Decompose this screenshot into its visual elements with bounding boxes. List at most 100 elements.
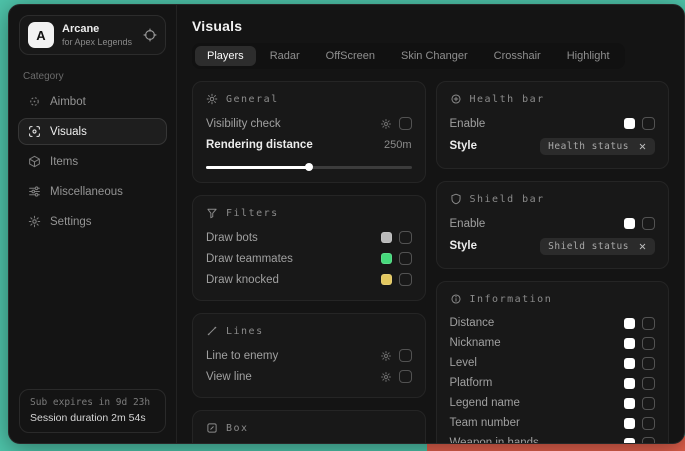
selected-style: Health status [548, 141, 629, 152]
health-enable-row: Enable [450, 113, 656, 134]
nickname-row: Nickname [450, 333, 656, 353]
slider-thumb[interactable] [305, 163, 313, 171]
draw-knocked-row: Draw knocked [206, 269, 412, 290]
level-row: Level [450, 353, 656, 373]
team-number-checkbox[interactable] [642, 417, 655, 430]
tab-players[interactable]: Players [195, 46, 256, 66]
app-header-card: A Arcane for Apex Legends [19, 15, 166, 55]
visibility-check-checkbox[interactable] [399, 117, 412, 130]
draw-bots-checkbox[interactable] [399, 231, 412, 244]
row-label: Draw teammates [206, 253, 293, 265]
level-checkbox[interactable] [642, 357, 655, 370]
color-swatch[interactable] [624, 378, 635, 389]
draw-teammates-checkbox[interactable] [399, 252, 412, 265]
scan-icon [28, 125, 41, 138]
platform-checkbox[interactable] [642, 377, 655, 390]
row-label: Distance [450, 317, 495, 329]
sidebar-item-label: Miscellaneous [50, 186, 123, 198]
color-swatch[interactable] [381, 253, 392, 264]
shield-icon [450, 193, 462, 205]
draw-teammates-row: Draw teammates [206, 248, 412, 269]
shield-enable-row: Enable [450, 213, 656, 234]
tab-radar[interactable]: Radar [258, 46, 312, 66]
color-swatch[interactable] [624, 438, 635, 444]
sidebar-item-label: Items [50, 156, 78, 168]
target-icon[interactable] [143, 28, 157, 42]
sidebar-item-miscellaneous[interactable]: Miscellaneous [18, 178, 167, 205]
color-swatch[interactable] [381, 274, 392, 285]
color-swatch[interactable] [381, 232, 392, 243]
shield-style-row: Style Shield status [450, 234, 656, 258]
tab-highlight[interactable]: Highlight [555, 46, 622, 66]
health-style-select[interactable]: Health status [540, 138, 655, 155]
sidebar-nav: Aimbot Visuals Items [9, 88, 176, 235]
sliders-icon [28, 185, 41, 198]
row-label: Rendering distance [206, 139, 313, 151]
tab-offscreen[interactable]: OffScreen [314, 46, 387, 66]
row-label: Platform [450, 377, 493, 389]
sidebar-item-items[interactable]: Items [18, 148, 167, 175]
lines-panel: Lines Line to enemy [192, 313, 426, 398]
legend-name-checkbox[interactable] [642, 397, 655, 410]
panel-title: General [226, 94, 279, 105]
gear-icon[interactable] [380, 350, 392, 362]
row-label: Legend name [450, 397, 520, 409]
color-swatch[interactable] [624, 118, 635, 129]
panel-title: Shield bar [470, 194, 545, 205]
tab-skin-changer[interactable]: Skin Changer [389, 46, 480, 66]
color-swatch[interactable] [624, 398, 635, 409]
color-swatch[interactable] [624, 418, 635, 429]
sun-icon [206, 93, 218, 105]
panel-title: Filters [226, 208, 279, 219]
filters-panel: Filters Draw bots Draw teammates [192, 195, 426, 301]
app-name: Arcane [62, 23, 132, 35]
general-panel: General Visibility check [192, 81, 426, 183]
distance-checkbox[interactable] [642, 317, 655, 330]
sidebar-item-aimbot[interactable]: Aimbot [18, 88, 167, 115]
color-swatch[interactable] [624, 318, 635, 329]
gear-icon[interactable] [380, 371, 392, 383]
shield-enable-checkbox[interactable] [642, 217, 655, 230]
right-column: Health bar Enable Style Health status [436, 81, 670, 443]
health-icon [450, 93, 462, 105]
shield-style-select[interactable]: Shield status [540, 238, 655, 255]
panel-title: Lines [226, 326, 264, 337]
row-label: Enable [450, 118, 486, 130]
app-title-block: Arcane for Apex Legends [62, 23, 132, 47]
sidebar-item-settings[interactable]: Settings [18, 208, 167, 235]
close-icon[interactable] [638, 142, 647, 151]
sidebar-item-label: Settings [50, 216, 92, 228]
health-enable-checkbox[interactable] [642, 117, 655, 130]
box-enable-row: Enable [206, 442, 412, 443]
category-label: Category [23, 71, 162, 82]
color-swatch[interactable] [624, 358, 635, 369]
gear-icon [28, 215, 41, 228]
view-line-row: View line [206, 366, 412, 387]
subscription-expiry: Sub expires in 9d 23h [30, 397, 155, 408]
selected-style: Shield status [548, 241, 629, 252]
main-content: Visuals Players Radar OffScreen Skin Cha… [177, 5, 684, 443]
sidebar-item-label: Aimbot [50, 96, 86, 108]
sidebar-item-visuals[interactable]: Visuals [18, 118, 167, 145]
crosshair-icon [28, 95, 41, 108]
shield-bar-panel: Shield bar Enable Style Shield status [436, 181, 670, 269]
app-logo: A [28, 22, 54, 48]
row-label: View line [206, 371, 252, 383]
view-line-checkbox[interactable] [399, 370, 412, 383]
nickname-checkbox[interactable] [642, 337, 655, 350]
row-label: Line to enemy [206, 350, 278, 362]
draw-knocked-checkbox[interactable] [399, 273, 412, 286]
close-icon[interactable] [638, 242, 647, 251]
platform-row: Platform [450, 373, 656, 393]
app-subtitle: for Apex Legends [62, 37, 132, 47]
rendering-distance-slider[interactable] [206, 166, 412, 169]
weapon-in-hands-checkbox[interactable] [642, 437, 655, 444]
tab-crosshair[interactable]: Crosshair [482, 46, 553, 66]
box-panel: Box Enable Enable background [192, 410, 426, 443]
line-to-enemy-checkbox[interactable] [399, 349, 412, 362]
color-swatch[interactable] [624, 338, 635, 349]
color-swatch[interactable] [624, 218, 635, 229]
gear-icon[interactable] [380, 118, 392, 130]
box-icon [206, 422, 218, 434]
cube-icon [28, 155, 41, 168]
